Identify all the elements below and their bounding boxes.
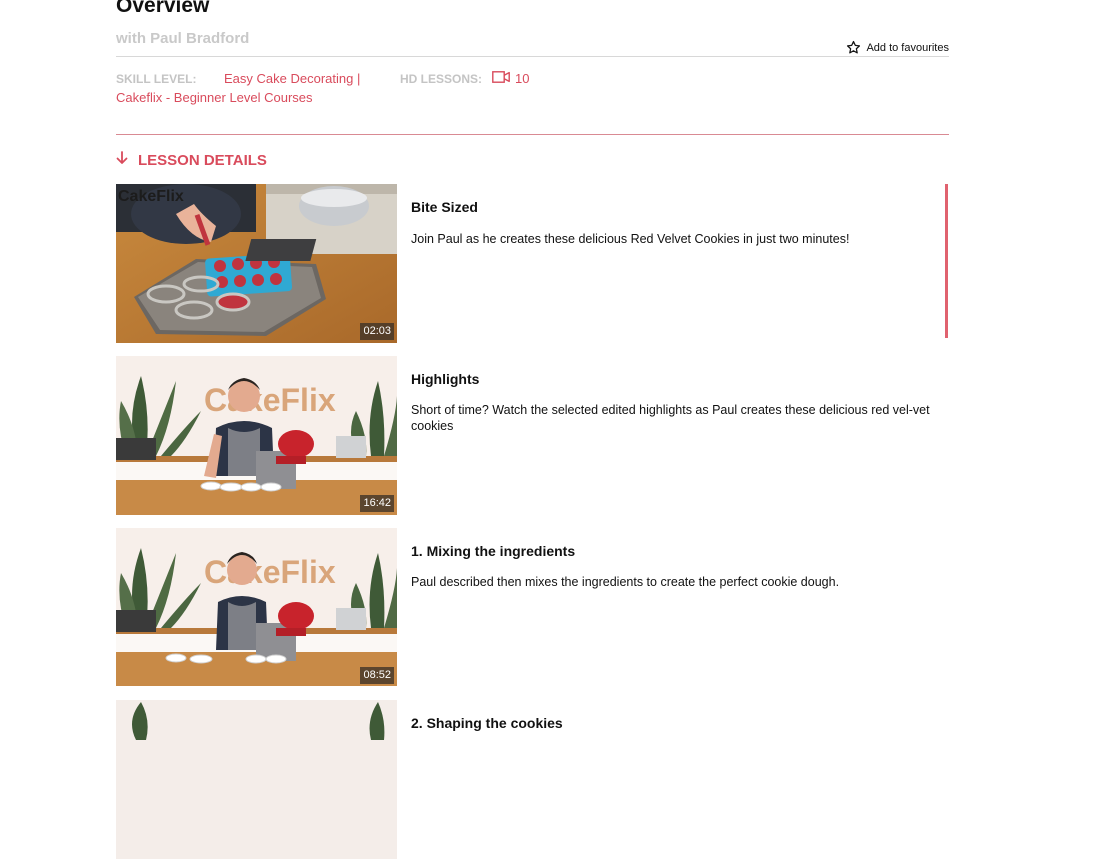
lesson-item[interactable]: CakeFlix <box>116 528 949 687</box>
lesson-duration: 16:42 <box>360 495 394 512</box>
page-title: Overview <box>116 0 210 17</box>
lesson-title[interactable]: 2. Shaping the cookies <box>411 715 563 731</box>
lesson-thumbnail[interactable]: CakeFlix <box>116 356 397 515</box>
lesson-thumbnail[interactable]: CakeFlix 02:03 <box>116 184 397 343</box>
instructor-subtitle: with Paul Bradford <box>116 30 250 47</box>
header-divider <box>116 56 949 57</box>
skill-level-link-continued[interactable]: Cakeflix - Beginner Level Courses <box>116 90 313 105</box>
lesson-thumbnail[interactable]: CakeFlix <box>116 528 397 687</box>
skill-level-label: SKILL LEVEL: <box>116 72 197 86</box>
lesson-item[interactable]: 2. Shaping the cookies <box>116 700 949 859</box>
lesson-title[interactable]: Highlights <box>411 371 479 387</box>
thumbnail-corner-logo: CakeFlix <box>118 188 184 205</box>
lesson-duration: 08:52 <box>360 667 394 684</box>
course-meta: SKILL LEVEL: Easy Cake Decorating | Cake… <box>116 71 949 111</box>
lesson-description: Paul described then mixes the ingredient… <box>411 575 840 589</box>
arrow-down-icon <box>116 151 128 169</box>
lesson-title[interactable]: 1. Mixing the ingredients <box>411 543 575 559</box>
lesson-details-label: LESSON DETAILS <box>138 151 267 169</box>
star-outline-icon <box>846 40 861 55</box>
skill-level-link[interactable]: Easy Cake Decorating | <box>224 71 360 86</box>
add-to-favourites-button[interactable]: Add to favourites <box>846 40 949 55</box>
lesson-description: Short of time? Watch the selected edited… <box>411 403 930 433</box>
hd-lessons-label: HD LESSONS: <box>400 72 483 86</box>
video-camera-icon <box>492 71 510 86</box>
lesson-duration: 02:03 <box>360 323 394 340</box>
lesson-item[interactable]: CakeFlix <box>116 356 949 515</box>
lesson-details-heading: LESSON DETAILS <box>116 151 267 169</box>
hd-lessons-count: 10 <box>515 71 530 86</box>
active-lesson-indicator <box>945 184 948 338</box>
lesson-item[interactable]: CakeFlix 02:03 Bite Sized Join Paul as h… <box>116 184 949 343</box>
lesson-description: Join Paul as he creates these delicious … <box>411 232 850 246</box>
lesson-thumbnail[interactable] <box>116 700 397 859</box>
thumbnail-wall-logo: CakeFlix <box>204 382 336 418</box>
lesson-title[interactable]: Bite Sized <box>411 199 478 215</box>
thumbnail-wall-logo: CakeFlix <box>204 554 336 590</box>
add-to-favourites-label: Add to favourites <box>866 41 949 54</box>
hd-lessons-value: 10 <box>492 71 529 86</box>
section-divider <box>116 134 949 135</box>
